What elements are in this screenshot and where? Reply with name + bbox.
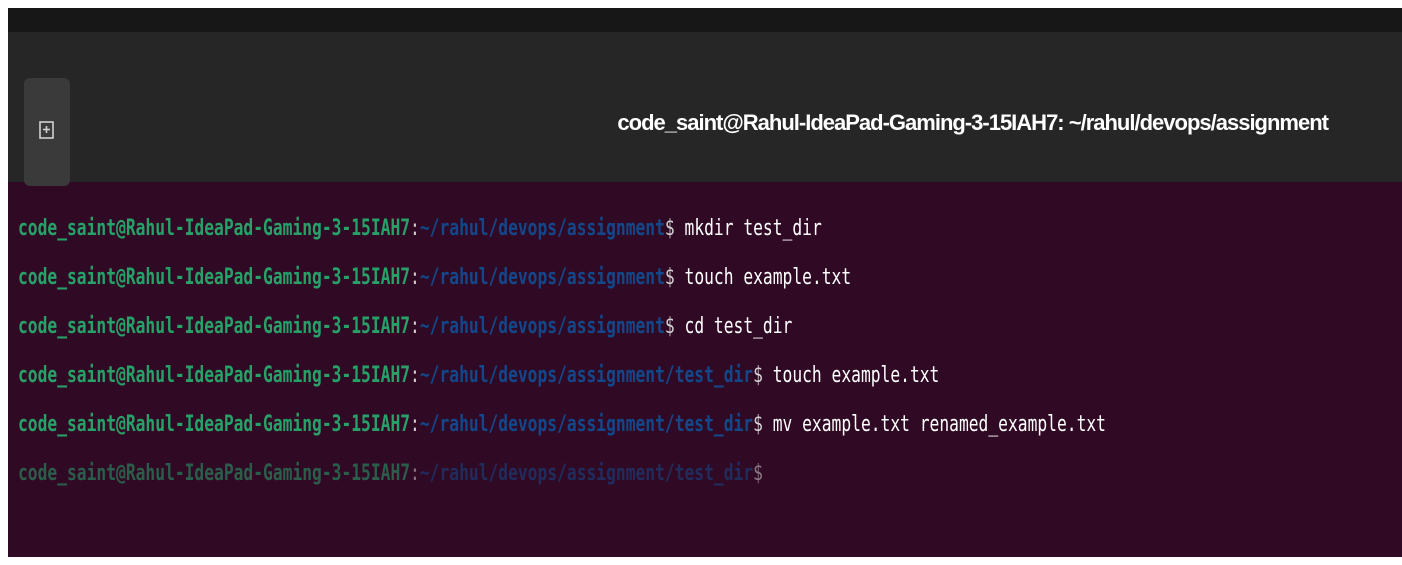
new-tab-button[interactable]	[24, 78, 70, 186]
command-text: touch example.txt	[684, 265, 852, 290]
prompt-colon: :	[410, 363, 420, 388]
prompt-symbol: $	[664, 314, 685, 339]
terminal-line-partial: code_saint@Rahul-IdeaPad-Gaming-3-15IAH7…	[18, 449, 1042, 498]
prompt-user-host: code_saint@Rahul-IdeaPad-Gaming-3-15IAH7	[18, 314, 411, 339]
prompt-path: ~/rahul/devops/assignment/test_dir	[419, 412, 754, 437]
window-title: code_saint@Rahul-IdeaPad-Gaming-3-15IAH7…	[617, 110, 1329, 135]
terminal-line: code_saint@Rahul-IdeaPad-Gaming-3-15IAH7…	[18, 351, 1042, 400]
prompt-symbol: $	[753, 461, 763, 486]
prompt-symbol: $	[664, 216, 685, 241]
terminal-line: code_saint@Rahul-IdeaPad-Gaming-3-15IAH7…	[18, 253, 1042, 302]
prompt-user-host: code_saint@Rahul-IdeaPad-Gaming-3-15IAH7	[18, 265, 411, 290]
terminal-line: code_saint@Rahul-IdeaPad-Gaming-3-15IAH7…	[18, 400, 1106, 449]
prompt-user-host: code_saint@Rahul-IdeaPad-Gaming-3-15IAH7	[18, 412, 411, 437]
prompt-path: ~/rahul/devops/assignment/test_dir	[419, 461, 754, 486]
prompt-colon: :	[410, 216, 420, 241]
terminal-output[interactable]: code_saint@Rahul-IdeaPad-Gaming-3-15IAH7…	[18, 204, 1402, 498]
command-text: touch example.txt	[772, 363, 940, 388]
command-text: mv example.txt renamed_example.txt	[772, 412, 1106, 437]
prompt-path: ~/rahul/devops/assignment	[419, 265, 665, 290]
window-top-strip	[8, 8, 1402, 32]
terminal-line: code_saint@Rahul-IdeaPad-Gaming-3-15IAH7…	[18, 204, 1042, 253]
new-tab-icon	[38, 120, 56, 145]
terminal-line: code_saint@Rahul-IdeaPad-Gaming-3-15IAH7…	[18, 302, 1042, 351]
prompt-colon: :	[410, 314, 420, 339]
command-text: cd test_dir	[684, 314, 793, 339]
prompt-user-host: code_saint@Rahul-IdeaPad-Gaming-3-15IAH7	[18, 461, 411, 486]
prompt-path: ~/rahul/devops/assignment	[419, 314, 665, 339]
prompt-symbol: $	[753, 412, 773, 437]
prompt-symbol: $	[664, 265, 685, 290]
prompt-colon: :	[410, 265, 420, 290]
prompt-path: ~/rahul/devops/assignment	[419, 216, 665, 241]
prompt-symbol: $	[753, 363, 773, 388]
title-bar: code_saint@Rahul-IdeaPad-Gaming-3-15IAH7…	[8, 32, 1402, 186]
prompt-user-host: code_saint@Rahul-IdeaPad-Gaming-3-15IAH7	[18, 216, 411, 241]
terminal-window: code_saint@Rahul-IdeaPad-Gaming-3-15IAH7…	[8, 8, 1402, 557]
prompt-colon: :	[410, 412, 420, 437]
command-text: mkdir test_dir	[684, 216, 822, 241]
prompt-path: ~/rahul/devops/assignment/test_dir	[419, 363, 754, 388]
prompt-user-host: code_saint@Rahul-IdeaPad-Gaming-3-15IAH7	[18, 363, 411, 388]
prompt-colon: :	[410, 461, 420, 486]
